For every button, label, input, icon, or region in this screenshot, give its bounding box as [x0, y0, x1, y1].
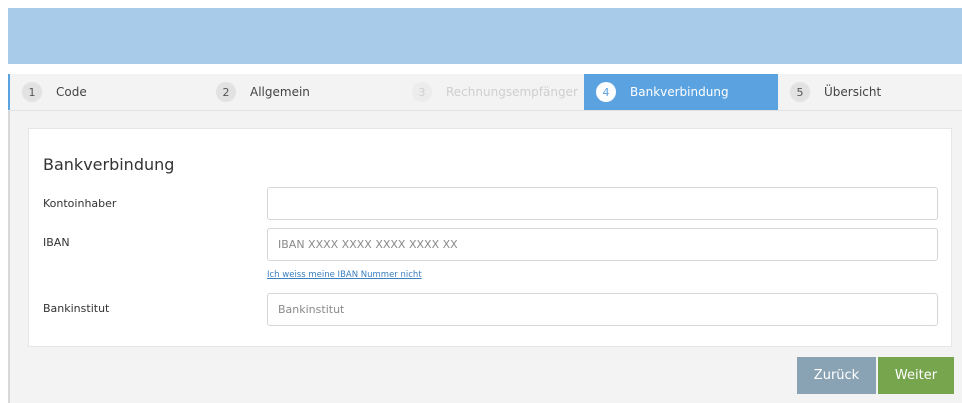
iban-label: IBAN [43, 236, 70, 249]
bank-field[interactable] [267, 293, 938, 326]
account-holder-field[interactable] [267, 187, 938, 220]
step-number: 4 [596, 82, 616, 102]
step-number: 3 [412, 82, 432, 102]
step-bankverbindung[interactable]: 4 Bankverbindung [584, 74, 778, 110]
step-label: Allgemein [250, 85, 310, 99]
step-label: Code [56, 85, 87, 99]
step-uebersicht[interactable]: 5 Übersicht [778, 74, 962, 110]
step-label: Rechnungsempfänger [446, 85, 578, 99]
bank-label: Bankinstitut [43, 302, 110, 315]
iban-help-link[interactable]: Ich weiss meine IBAN Nummer nicht [267, 270, 422, 280]
step-number: 5 [790, 82, 810, 102]
step-number: 1 [22, 82, 42, 102]
wizard-steps: 1 Code 2 Allgemein 3 Rechnungsempfänger … [8, 74, 962, 111]
step-number: 2 [216, 82, 236, 102]
header-banner [8, 8, 962, 64]
step-label: Übersicht [824, 85, 882, 99]
section-title: Bankverbindung [43, 155, 175, 174]
step-label: Bankverbindung [630, 85, 729, 99]
step-allgemein[interactable]: 2 Allgemein [204, 74, 400, 110]
left-accent-bar [8, 111, 10, 403]
step-rechnungsempfaenger: 3 Rechnungsempfänger [400, 74, 584, 110]
account-holder-label: Kontoinhaber [43, 197, 117, 210]
step-code[interactable]: 1 Code [8, 74, 204, 110]
back-button[interactable]: Zurück [797, 357, 876, 394]
next-button[interactable]: Weiter [878, 357, 954, 394]
iban-field[interactable] [267, 228, 938, 261]
